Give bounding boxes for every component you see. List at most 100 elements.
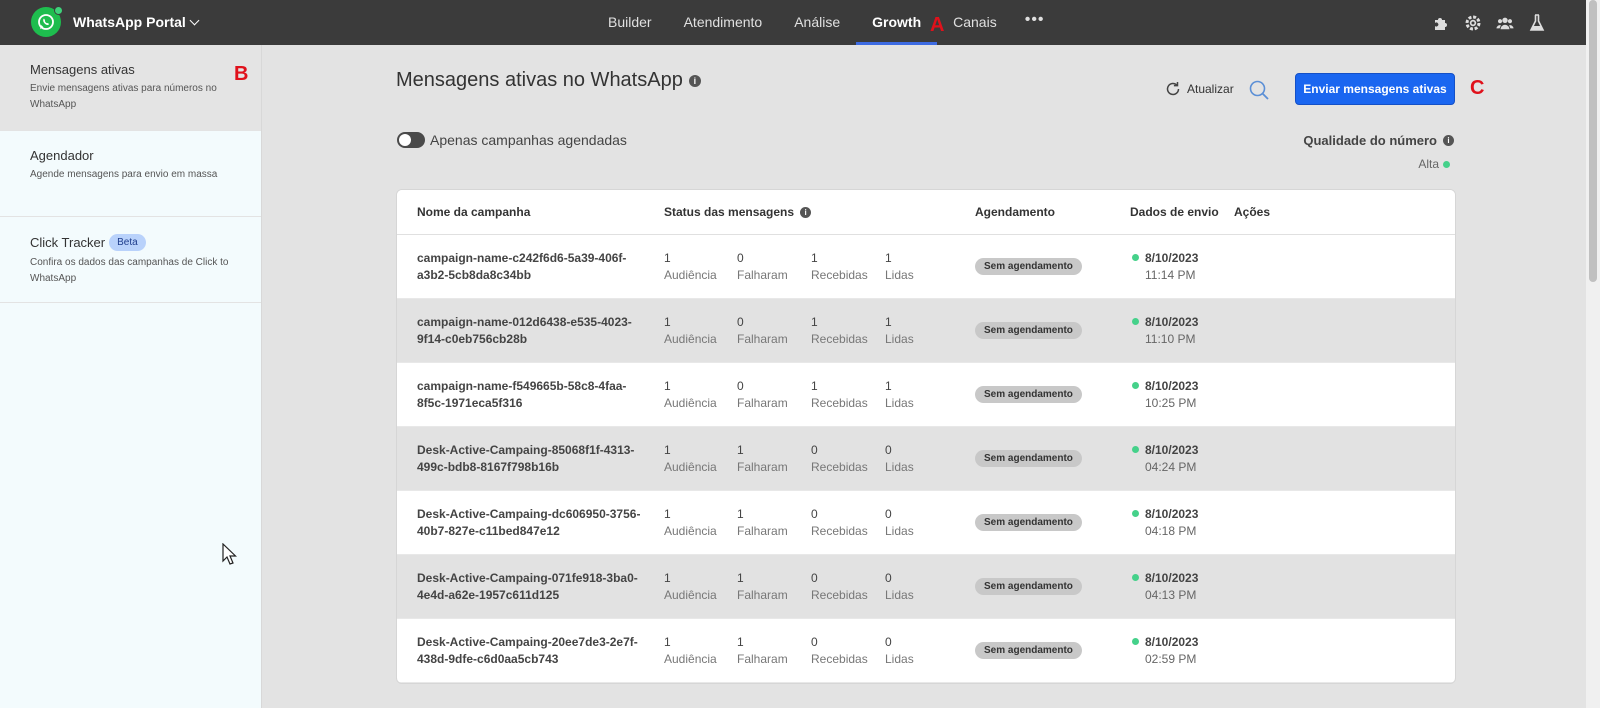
nav-canais[interactable]: Canais (937, 0, 1013, 45)
col-header-name: Nome da campanha (417, 205, 531, 219)
message-stat: 1 Audiência (664, 442, 717, 476)
gear-icon[interactable] (1464, 14, 1482, 32)
puzzle-icon[interactable] (1432, 14, 1450, 32)
send-active-messages-button[interactable]: Enviar mensagens ativas (1295, 73, 1455, 105)
campaign-name: Desk-Active-Campaing-85068f1f-4313-499c-… (417, 443, 635, 474)
stat-label: Lidas (885, 588, 914, 602)
campaigns-table: Nome da campanha Status das mensagens i … (396, 189, 1456, 684)
table-row[interactable]: Desk-Active-Campaing-20ee7de3-2e7f-438d-… (397, 619, 1455, 683)
sidebar-item-click-tracker[interactable]: Click Tracker Beta Confira os dados das … (0, 217, 261, 303)
message-stat: 1 Falharam (737, 442, 788, 476)
message-stat: 1 Lidas (885, 250, 914, 284)
message-stat: 1 Falharam (737, 506, 788, 540)
app-title: WhatsApp Portal (73, 14, 186, 30)
stat-value: 1 (737, 635, 744, 649)
info-icon[interactable]: i (800, 206, 812, 218)
stat-value: 1 (885, 315, 892, 329)
scheduled-only-label: Apenas campanhas agendadas (430, 132, 627, 148)
send-time: 11:14 PM (1145, 268, 1196, 282)
message-stat: 1 Recebidas (811, 250, 868, 284)
message-stat: 0 Lidas (885, 506, 914, 540)
schedule-badge: Sem agendamento (975, 642, 1082, 659)
table-row[interactable]: campaign-name-f549665b-58c8-4faa-8f5c-19… (397, 363, 1455, 427)
message-stat: 0 Recebidas (811, 570, 868, 604)
nav-analise[interactable]: Análise (778, 0, 856, 45)
stat-value: 1 (811, 251, 818, 265)
stat-value: 0 (811, 443, 818, 457)
sidebar-item-title: Agendador (30, 148, 94, 163)
schedule-badge: Sem agendamento (975, 450, 1082, 467)
sidebar-item-mensagens-ativas[interactable]: Mensagens ativas Envie mensagens ativas … (0, 45, 261, 131)
send-data: 8/10/2023 04:24 PM (1132, 442, 1198, 476)
sidebar-item-desc: Agende mensagens para envio em massa (30, 169, 218, 180)
message-stat: 0 Falharam (737, 314, 788, 348)
stat-label: Falharam (737, 652, 788, 666)
stat-label: Falharam (737, 524, 788, 538)
main-nav: Builder Atendimento Análise Growth Canai… (592, 0, 1057, 45)
campaign-name: campaign-name-f549665b-58c8-4faa-8f5c-19… (417, 379, 627, 410)
table-row[interactable]: Desk-Active-Campaing-85068f1f-4313-499c-… (397, 427, 1455, 491)
stat-label: Recebidas (811, 524, 868, 538)
sent-status-dot (1132, 445, 1139, 453)
sidebar-item-title-row: Click Tracker Beta (30, 234, 261, 251)
sent-status-dot (1132, 317, 1139, 325)
schedule-badge: Sem agendamento (975, 578, 1082, 595)
refresh-button[interactable]: Atualizar (1164, 80, 1234, 98)
stat-label: Audiência (664, 652, 717, 666)
scrollbar-thumb[interactable] (1589, 0, 1597, 282)
sidebar-item-desc: Envie mensagens ativas para números no W… (30, 83, 217, 110)
col-header-actions: Ações (1234, 205, 1271, 219)
stat-label: Lidas (885, 396, 914, 410)
stat-value: 0 (885, 635, 892, 649)
table-row[interactable]: Desk-Active-Campaing-dc606950-3756-40b7-… (397, 491, 1455, 555)
info-icon[interactable]: i (1443, 135, 1454, 146)
app-switcher[interactable]: WhatsApp Portal (31, 6, 200, 37)
message-stat: 1 Audiência (664, 378, 717, 412)
nav-builder[interactable]: Builder (592, 0, 668, 45)
stat-value: 1 (664, 315, 671, 329)
stat-value: 0 (737, 379, 744, 393)
users-icon[interactable] (1496, 14, 1514, 32)
schedule-badge: Sem agendamento (975, 386, 1082, 403)
page-scrollbar[interactable] (1586, 0, 1600, 708)
message-stat: 1 Falharam (737, 634, 788, 668)
message-stat: 1 Recebidas (811, 314, 868, 348)
flask-icon[interactable] (1528, 13, 1546, 32)
table-row[interactable]: campaign-name-c242f6d6-5a39-406f-a3b2-5c… (397, 235, 1455, 299)
annotation-marker-a: A (930, 14, 945, 36)
send-date-row: 8/10/2023 (1132, 250, 1198, 267)
nav-atendimento[interactable]: Atendimento (668, 0, 779, 45)
table-row[interactable]: Desk-Active-Campaing-071fe918-3ba0-4e4d-… (397, 555, 1455, 619)
scheduled-only-toggle[interactable] (397, 132, 425, 148)
nav-growth[interactable]: Growth (856, 0, 938, 45)
send-date: 8/10/2023 (1145, 571, 1199, 585)
message-stat: 0 Recebidas (811, 634, 868, 668)
col-header-send-data: Dados de envio (1130, 205, 1219, 219)
info-icon[interactable]: i (688, 74, 701, 87)
sidebar-item-title: Click Tracker (30, 235, 106, 250)
schedule-badge: Sem agendamento (975, 258, 1082, 275)
send-date-row: 8/10/2023 (1132, 378, 1198, 395)
chevron-down-icon (189, 15, 200, 25)
search-icon[interactable] (1248, 79, 1270, 106)
message-stat: 1 Audiência (664, 634, 717, 668)
number-quality-label: Qualidade do número (1303, 133, 1437, 148)
online-status-dot (54, 6, 63, 15)
more-options-icon[interactable]: ••• (1013, 0, 1057, 45)
send-time: 11:10 PM (1145, 332, 1196, 346)
sidebar-item-title: Mensagens ativas (30, 62, 135, 77)
send-data: 8/10/2023 04:18 PM (1132, 506, 1198, 540)
message-stat: 1 Audiência (664, 506, 717, 540)
send-data: 8/10/2023 11:10 PM (1132, 314, 1198, 348)
table-row[interactable]: campaign-name-012d6438-e535-4023-9f14-c0… (397, 299, 1455, 363)
sidebar: Mensagens ativas Envie mensagens ativas … (0, 45, 262, 708)
whatsapp-logo-icon (31, 6, 63, 37)
send-data: 8/10/2023 10:25 PM (1132, 378, 1198, 412)
sidebar-item-agendador[interactable]: Agendador Agende mensagens para envio em… (0, 131, 261, 217)
campaign-name: Desk-Active-Campaing-dc606950-3756-40b7-… (417, 507, 641, 538)
beta-badge: Beta (109, 234, 146, 251)
stat-value: 0 (885, 571, 892, 585)
stat-value: 0 (737, 251, 744, 265)
stat-value: 1 (885, 251, 892, 265)
annotation-marker-b: B (234, 63, 249, 85)
